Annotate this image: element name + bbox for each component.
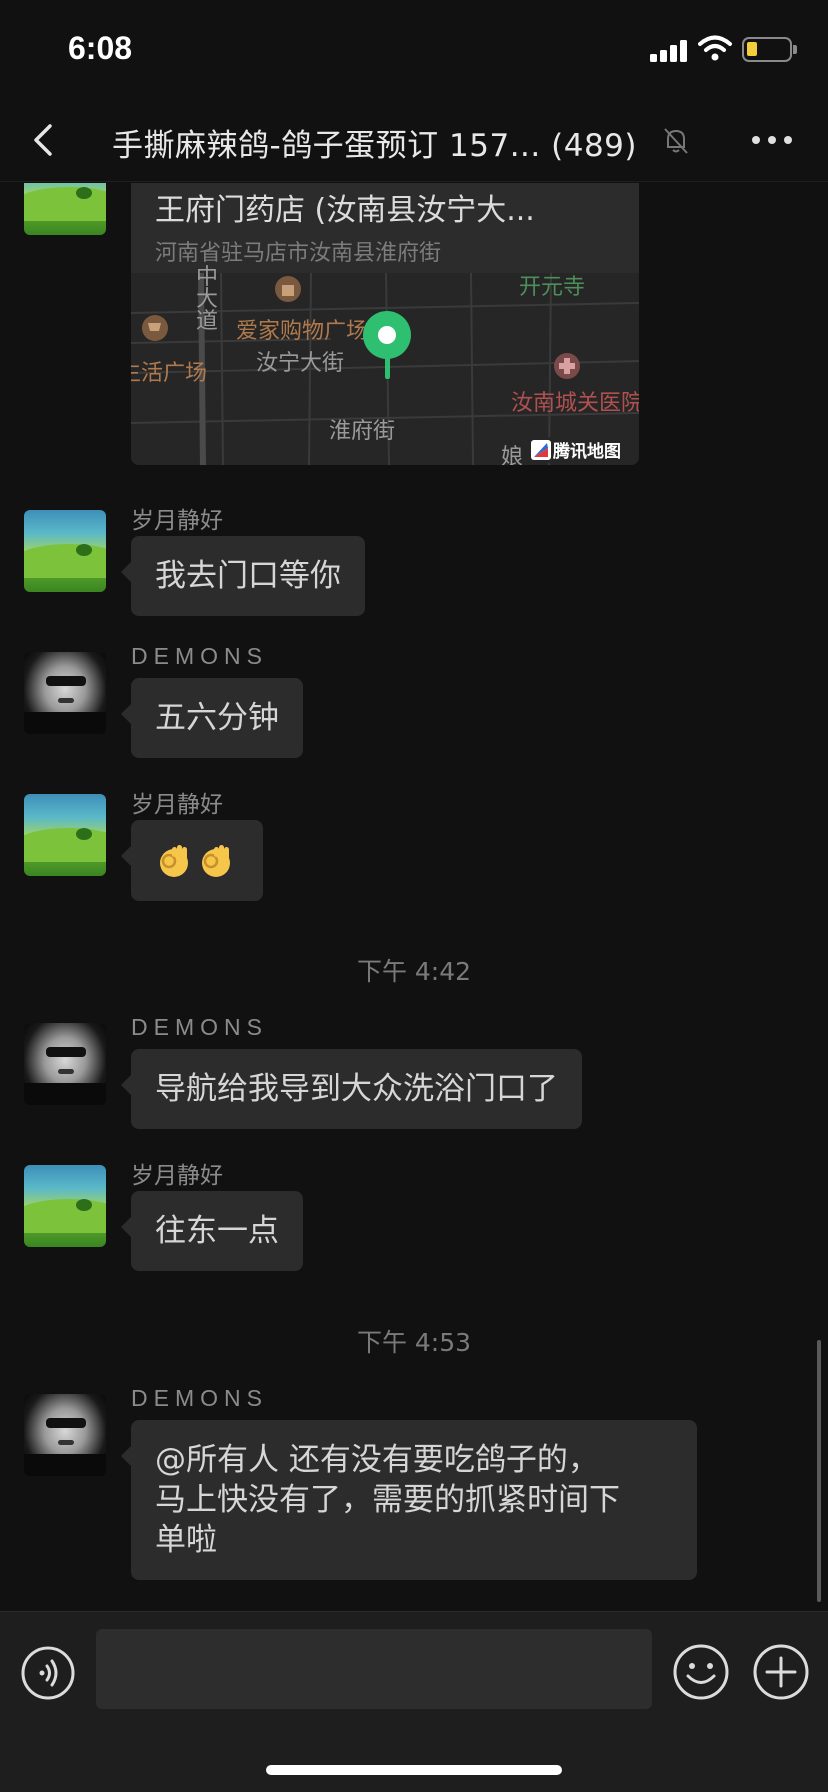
avatar[interactable] (24, 794, 106, 876)
message-bubble[interactable] (121, 820, 263, 901)
avatar[interactable] (24, 652, 106, 734)
avatar[interactable] (24, 510, 106, 592)
avatar[interactable] (24, 1165, 106, 1247)
bell-slash-icon (664, 128, 688, 154)
status-time: 6:08 (68, 30, 133, 66)
map-pin-icon (363, 311, 411, 379)
sender-name: 岁月静好 (131, 792, 223, 818)
message-bubble[interactable]: 往东一点 (121, 1191, 303, 1271)
sender-name: DEMONS (131, 1014, 268, 1040)
chat-title: 手撕麻辣鸽-鸽子蛋预订 157... (489) (112, 128, 637, 164)
chat-header: 手撕麻辣鸽-鸽子蛋预订 157... (489) (0, 100, 828, 182)
message-line: 马上快没有了，需要的抓紧时间下 (155, 1482, 620, 1518)
map-brand: 腾讯地图 (527, 437, 639, 463)
message-line: @所有人 还有没有要吃鸽子的， (155, 1442, 599, 1478)
avatar[interactable] (24, 1023, 106, 1105)
message-line: 单啦 (155, 1522, 217, 1558)
map-label-rurning: 汝宁大街 (256, 351, 345, 376)
voice-icon[interactable] (20, 1645, 76, 1701)
signal-icon (650, 38, 690, 62)
message-bubble[interactable]: @所有人 还有没有要吃鸽子的， 马上快没有了，需要的抓紧时间下 单啦 (121, 1420, 697, 1580)
shopping-bag-icon (275, 276, 301, 302)
cart-icon (142, 315, 168, 341)
battery-icon (742, 37, 797, 62)
map-label-kaiyuan: 开元寺 (519, 275, 586, 300)
location-address: 河南省驻马店市汝南县淮府街 (155, 241, 442, 266)
smile-icon[interactable] (672, 1643, 730, 1701)
message-input[interactable] (96, 1629, 652, 1709)
back-button[interactable] (26, 118, 66, 162)
timestamp: 下午 4:42 (356, 957, 472, 986)
sender-name: DEMONS (131, 643, 268, 669)
sender-name: 岁月静好 (131, 508, 223, 534)
location-name: 王府门药店 (汝南县汝宁大... (155, 193, 535, 228)
map-label-zhongda: 中大道 (196, 265, 219, 334)
sender-name: 岁月静好 (131, 1163, 223, 1189)
timestamp: 下午 4:53 (356, 1328, 472, 1357)
message-list[interactable]: 王府门药店 (汝南县汝宁大... 河南省驻马店市汝南县淮府街 中大道 开元寺 爱… (0, 183, 828, 1611)
map-label-aijia: 爱家购物广场 (236, 319, 369, 344)
avatar[interactable] (24, 1394, 106, 1476)
avatar[interactable] (24, 183, 106, 235)
scrollbar[interactable] (817, 1340, 821, 1602)
sender-name: DEMONS (131, 1385, 268, 1411)
map-label-niang: 娘 (501, 445, 524, 465)
home-indicator[interactable] (266, 1765, 562, 1775)
map-label-shenghuo: 生活广场 (131, 361, 208, 386)
location-map: 中大道 开元寺 爱家购物广场 汝宁大街 生活广场 汝南城关医院 淮府街 娘 (131, 267, 639, 465)
plus-icon[interactable] (752, 1643, 810, 1701)
status-bar: 6:08 (0, 0, 828, 100)
more-button[interactable] (752, 134, 794, 148)
map-label-huaifu: 淮府街 (329, 419, 396, 444)
message-bubble[interactable]: 我去门口等你 (121, 536, 365, 616)
ok-hand-icon (202, 844, 230, 877)
wifi-icon (698, 35, 732, 61)
ok-hand-icon (160, 844, 188, 877)
tencent-map-icon (531, 440, 551, 460)
location-card[interactable]: 王府门药店 (汝南县汝宁大... 河南省驻马店市汝南县淮府街 中大道 开元寺 爱… (131, 183, 639, 465)
map-label-hospital: 汝南城关医院 (511, 391, 639, 416)
message-bubble[interactable]: 导航给我导到大众洗浴门口了 (121, 1049, 582, 1129)
message-bubble[interactable]: 五六分钟 (121, 678, 303, 758)
hospital-icon (554, 353, 580, 379)
